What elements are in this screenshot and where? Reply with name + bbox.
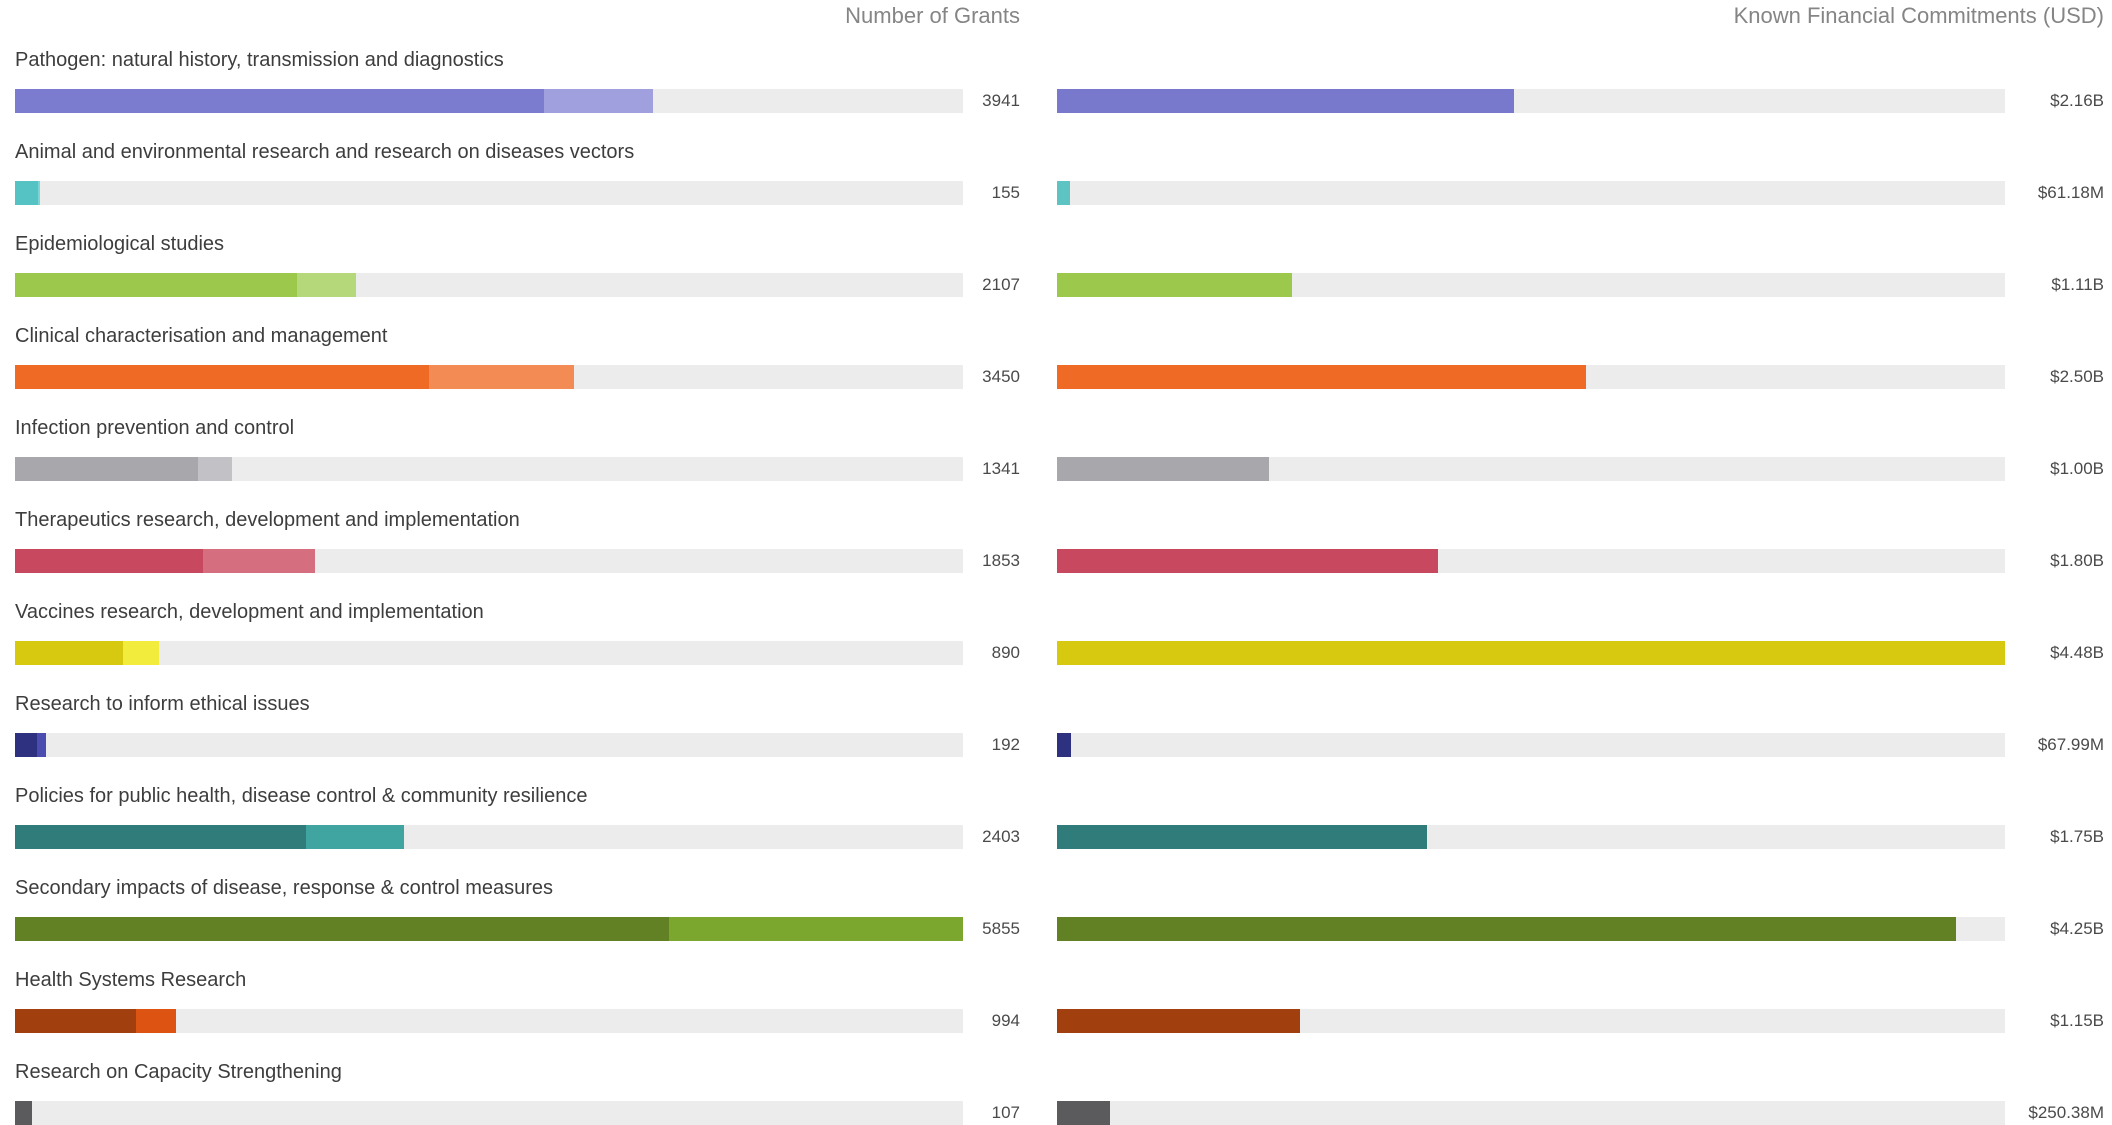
funding-bar-track [1057,365,2005,389]
funding-bar-track [1057,273,2005,297]
grants-bar-track [15,181,963,205]
grants-bar-segment-primary[interactable] [15,89,545,113]
grants-bar-track [15,733,963,757]
funding-bar[interactable] [1057,365,1587,389]
funding-bar-track [1057,825,2005,849]
grants-count-label: 3450 [982,367,1020,386]
funding-bar-track [1057,549,2005,573]
grants-count-label: 155 [991,183,1020,202]
grants-count-label: 107 [991,1103,1020,1122]
grants-bar-segment-secondary[interactable] [122,641,160,665]
funding-bar[interactable] [1057,181,1070,205]
grants-bar-segment-secondary[interactable] [37,181,41,205]
grants-bar-segment-primary[interactable] [15,641,123,665]
funding-bar-track [1057,1009,2005,1033]
grants-count-label: 3941 [982,91,1020,110]
funding-bar-track [1057,1101,2005,1125]
funding-amount-label: $4.48B [2050,643,2104,662]
category-label: Secondary impacts of disease, response &… [15,877,554,899]
grants-bar-segment-primary[interactable] [15,1101,30,1125]
funding-bar[interactable] [1057,89,1515,113]
grants-count-label: 5855 [982,919,1020,938]
grants-funding-chart: Number of Grants Known Financial Commitm… [0,0,2112,1125]
grants-bar-segment-primary[interactable] [15,457,198,481]
funding-bar-track [1057,457,2005,481]
grants-bar-segment-primary[interactable] [15,1009,137,1033]
funding-bar[interactable] [1057,549,1438,573]
grants-bar-track [15,917,963,941]
funding-bar[interactable] [1057,1009,1301,1033]
category-label: Epidemiological studies [15,233,225,255]
financial-commitments-header: Known Financial Commitments (USD) [1733,3,2104,28]
category-label: Research on Capacity Strengthening [15,1061,342,1083]
funding-amount-label: $250.38M [2028,1103,2104,1122]
grants-bar-segment-secondary[interactable] [136,1009,176,1033]
grants-bar-segment-secondary[interactable] [669,917,963,941]
funding-bar-track [1057,917,2005,941]
funding-bar[interactable] [1057,825,1428,849]
funding-bar[interactable] [1057,733,1072,757]
grants-count-label: 192 [991,735,1020,754]
grants-count-label: 890 [991,643,1020,662]
grants-bar-segment-primary[interactable] [15,917,670,941]
funding-bar[interactable] [1057,273,1292,297]
category-label: Policies for public health, disease cont… [15,785,588,807]
grants-bar-segment-secondary[interactable] [197,457,233,481]
funding-bar-track [1057,89,2005,113]
category-label: Pathogen: natural history, transmission … [15,49,504,71]
grants-bar-segment-primary[interactable] [15,825,307,849]
grants-count-label: 2403 [982,827,1020,846]
funding-amount-label: $1.11B [2051,275,2104,294]
funding-bar[interactable] [1057,641,2005,665]
funding-bar-track [1057,181,2005,205]
grants-count-label: 994 [991,1011,1020,1030]
funding-amount-label: $2.50B [2050,367,2104,386]
grants-bar-segment-secondary[interactable] [306,825,405,849]
grants-count-label: 1341 [982,459,1020,478]
category-label: Vaccines research, development and imple… [15,601,484,623]
grants-bar-segment-secondary[interactable] [296,273,357,297]
grants-bar-track [15,89,963,113]
category-label: Infection prevention and control [15,417,295,439]
funding-amount-label: $2.16B [2050,91,2104,110]
grants-bar-segment-secondary[interactable] [29,1101,33,1125]
funding-bar[interactable] [1057,457,1269,481]
funding-amount-label: $1.75B [2050,827,2104,846]
grants-count-label: 2107 [982,275,1020,294]
funding-amount-label: $61.18M [2037,183,2104,202]
grants-bar-track [15,273,963,297]
category-label: Health Systems Research [15,969,247,991]
grants-bar-track [15,457,963,481]
grants-bar-track [15,549,963,573]
category-label: Therapeutics research, development and i… [15,509,520,531]
funding-amount-label: $67.99M [2037,735,2104,754]
funding-bar[interactable] [1057,917,1957,941]
grants-bar-segment-primary[interactable] [15,273,297,297]
grants-bar-segment-primary[interactable] [15,733,37,757]
grants-bar-segment-primary[interactable] [15,181,38,205]
grants-bar-track [15,1101,963,1125]
funding-amount-label: $1.00B [2050,459,2104,478]
grants-bar-segment-primary[interactable] [15,549,203,573]
grants-bar-track [15,641,963,665]
funding-amount-label: $1.15B [2050,1011,2104,1030]
grants-bar-segment-secondary[interactable] [202,549,316,573]
grants-bar-track [15,1009,963,1033]
grants-bar-segment-secondary[interactable] [36,733,47,757]
funding-bar[interactable] [1057,1101,1110,1125]
grants-bar-segment-secondary[interactable] [544,89,654,113]
grants-bar-segment-primary[interactable] [15,365,430,389]
funding-bar-track [1057,641,2005,665]
category-label: Clinical characterisation and management [15,325,388,347]
grants-bar-track [15,825,963,849]
category-label: Research to inform ethical issues [15,693,310,715]
funding-amount-label: $4.25B [2050,919,2104,938]
number-of-grants-header: Number of Grants [845,3,1020,28]
grants-bar-segment-secondary[interactable] [429,365,574,389]
funding-amount-label: $1.80B [2050,551,2104,570]
category-label: Animal and environmental research and re… [15,141,635,163]
grants-bar-track [15,365,963,389]
grants-count-label: 1853 [982,551,1020,570]
funding-bar-track [1057,733,2005,757]
